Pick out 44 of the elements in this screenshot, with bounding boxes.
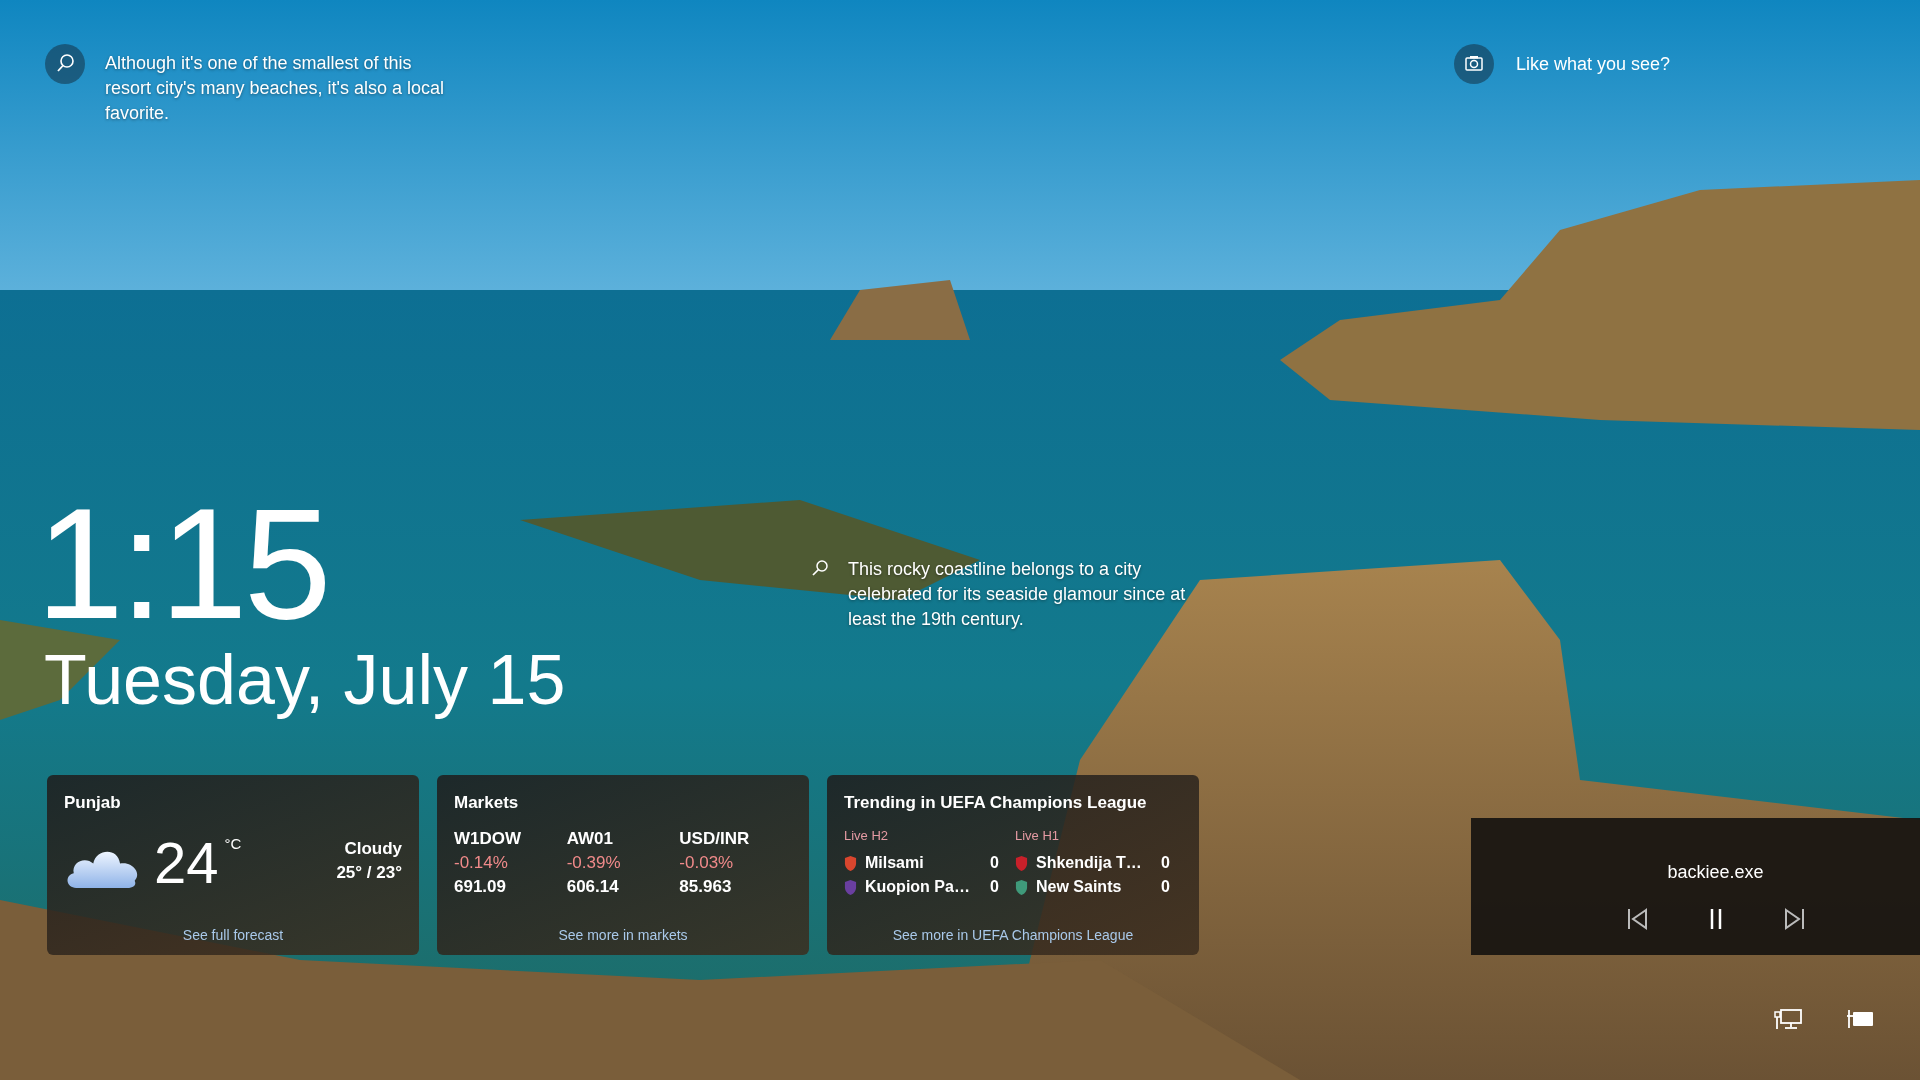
skip-next-icon: [1782, 907, 1805, 931]
skip-previous-icon: [1626, 907, 1649, 931]
league-link[interactable]: See more in UEFA Champions League: [892, 927, 1134, 943]
camera-icon[interactable]: [1454, 44, 1494, 84]
match-status: Live H2: [844, 827, 890, 845]
network-icon[interactable]: [1772, 1008, 1804, 1030]
team-name: Milsami: [865, 853, 924, 873]
sports-title: Trending in UEFA Champions League: [844, 793, 1148, 813]
markets-link[interactable]: See more in markets: [558, 927, 688, 943]
temperature-range: 25° / 23°: [336, 862, 402, 884]
stock-price: 85.963: [679, 876, 733, 898]
forecast-link[interactable]: See full forecast: [182, 927, 284, 943]
match-status: Live H1: [1015, 827, 1061, 845]
search-icon[interactable]: [45, 44, 85, 84]
battery-icon[interactable]: [1844, 1008, 1876, 1030]
temperature: 24: [154, 829, 219, 897]
stock-symbol: AW01: [566, 828, 614, 850]
team-name: Shkendija T…: [1036, 853, 1142, 873]
clock-date: Tuesday, July 15: [44, 640, 566, 721]
location-title: Punjab: [64, 793, 122, 813]
photo-caption: Although it's one of the smallest of this resort city's many beaches, it's also a local favorite.: [105, 52, 445, 125]
stock-price: 691.09: [454, 876, 507, 898]
clock-time: 1:15: [36, 488, 329, 638]
price-change: -0.14%: [454, 852, 509, 874]
markets-title: Markets: [454, 793, 520, 813]
team-score: 0: [1161, 877, 1170, 897]
team-name: New Saints: [1036, 877, 1122, 897]
price-change: -0.39%: [566, 852, 622, 874]
hotspot-caption: This rocky coastline belongs to a city celebrated for its seaside glamour since at least the 19th century.: [848, 558, 1187, 631]
price-change: -0.03%: [679, 852, 735, 874]
markets-card[interactable]: Markets W1DOW -0.14% 691.09 AW01 -0.39% 606.14 USD/INR -0.03% 85.963 See more in markets: [437, 775, 809, 955]
stock-price: 606.14: [566, 876, 620, 898]
media-title: backiee.exe: [1667, 862, 1764, 883]
feedback-link[interactable]: Like what you see?: [1516, 53, 1671, 75]
sports-card[interactable]: Trending in UEFA Champions League Live H2 Milsami 0 Kuopion Pa… 0 Live H1 Shkendija T… 0 New Saints 0 See more in UEFA Champions League: [827, 775, 1199, 955]
weather-condition: Cloudy: [344, 838, 402, 860]
team-score: 0: [1161, 853, 1170, 873]
temperature-unit: °C: [224, 835, 242, 852]
team-name: Kuopion Pa…: [865, 877, 970, 897]
stock-symbol: W1DOW: [454, 828, 523, 850]
search-icon[interactable]: [810, 558, 830, 578]
team-score: 0: [990, 853, 999, 873]
stock-symbol: USD/INR: [679, 828, 751, 850]
team-score: 0: [990, 877, 999, 897]
